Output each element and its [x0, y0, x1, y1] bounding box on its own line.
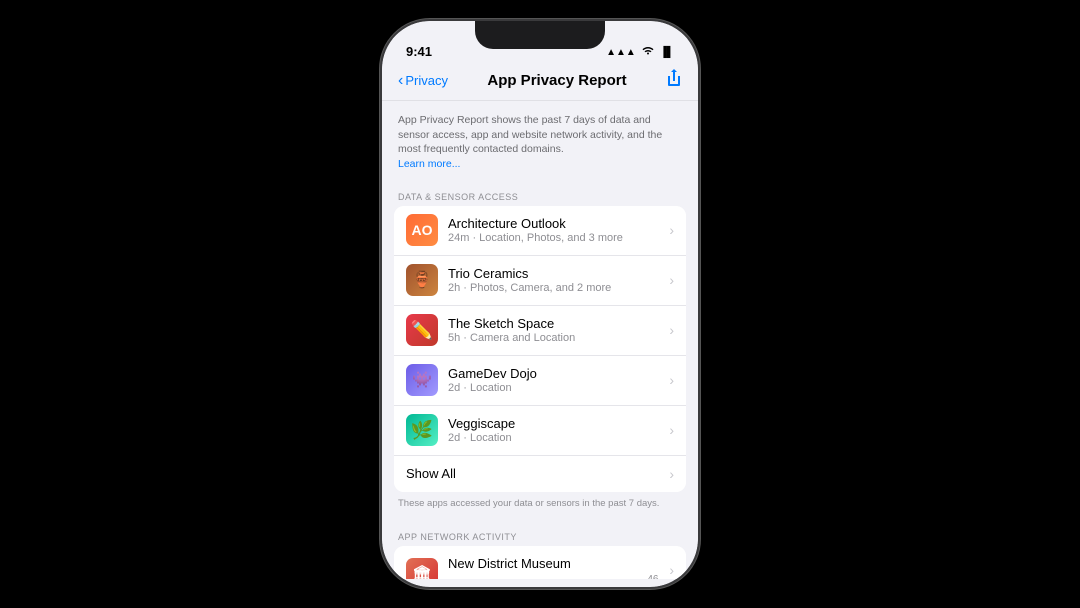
app-icon-trio: 🏺 — [406, 264, 438, 296]
app-sub: 2d · Location — [448, 382, 663, 394]
app-sub: 2h · Photos, Camera, and 2 more — [448, 282, 663, 294]
app-info-veggi: Veggiscape 2d · Location — [448, 416, 663, 444]
back-label: Privacy — [405, 73, 448, 88]
chevron-icon: › — [669, 272, 674, 288]
chevron-icon: › — [669, 562, 674, 578]
list-item[interactable]: 👾 GameDev Dojo 2d · Location › — [394, 356, 686, 406]
list-item[interactable]: 🏺 Trio Ceramics 2h · Photos, Camera, and… — [394, 256, 686, 306]
network-activity-list: 🏛 New District Museum 46 › — [394, 546, 686, 579]
data-access-list: AO Architecture Outlook 24m · Location, … — [394, 206, 686, 492]
app-name: The Sketch Space — [448, 316, 663, 331]
status-time: 9:41 — [406, 44, 432, 59]
data-access-footer: These apps accessed your data or sensors… — [382, 492, 698, 520]
app-name: New District Museum — [448, 556, 663, 571]
app-icon-gamedev: 👾 — [406, 364, 438, 396]
list-item[interactable]: 🏛 New District Museum 46 › — [394, 546, 686, 579]
share-button[interactable] — [666, 69, 682, 92]
app-info-gamedev: GameDev Dojo 2d · Location — [448, 366, 663, 394]
wifi-icon — [641, 46, 655, 59]
app-icon-museum: 🏛 — [406, 558, 438, 579]
app-name: Architecture Outlook — [448, 216, 663, 231]
chevron-icon: › — [669, 422, 674, 438]
app-icon-veggi: 🌿 — [406, 414, 438, 446]
app-icon-ao: AO — [406, 214, 438, 246]
chevron-icon: › — [669, 222, 674, 238]
chevron-icon: › — [669, 372, 674, 388]
description-block: App Privacy Report shows the past 7 days… — [382, 101, 698, 180]
chevron-icon: › — [669, 466, 674, 482]
back-button[interactable]: ‹ Privacy — [398, 72, 448, 90]
app-info-museum: New District Museum 46 — [448, 556, 663, 579]
battery-icon: ▐▌ — [660, 47, 674, 58]
bar-row: 46 — [448, 574, 663, 579]
bar-value: 46 — [647, 574, 663, 579]
network-activity-header: APP NETWORK ACTIVITY — [382, 520, 698, 546]
notch — [475, 21, 605, 49]
show-all-row[interactable]: Show All › — [394, 456, 686, 492]
phone-frame: 9:41 ▲▲▲ ▐▌ ‹ Privacy App Privacy Report — [380, 19, 700, 589]
app-name: GameDev Dojo — [448, 366, 663, 381]
back-chevron-icon: ‹ — [398, 72, 403, 90]
list-item[interactable]: 🌿 Veggiscape 2d · Location › — [394, 406, 686, 456]
show-all-label: Show All — [406, 466, 456, 481]
nav-title: App Privacy Report — [487, 72, 626, 89]
content-scroll[interactable]: App Privacy Report shows the past 7 days… — [382, 101, 698, 579]
chevron-icon: › — [669, 322, 674, 338]
app-sub: 5h · Camera and Location — [448, 332, 663, 344]
list-item[interactable]: AO Architecture Outlook 24m · Location, … — [394, 206, 686, 256]
nav-bar: ‹ Privacy App Privacy Report — [382, 65, 698, 101]
app-name: Trio Ceramics — [448, 266, 663, 281]
learn-more-link[interactable]: Learn more... — [398, 158, 460, 170]
app-icon-sketch: ✏️ — [406, 314, 438, 346]
list-item[interactable]: ✏️ The Sketch Space 5h · Camera and Loca… — [394, 306, 686, 356]
app-sub: 24m · Location, Photos, and 3 more — [448, 232, 663, 244]
description-text: App Privacy Report shows the past 7 days… — [398, 114, 662, 155]
status-icons: ▲▲▲ ▐▌ — [606, 46, 674, 59]
app-info-trio: Trio Ceramics 2h · Photos, Camera, and 2… — [448, 266, 663, 294]
app-sub: 2d · Location — [448, 432, 663, 444]
app-info-ao: Architecture Outlook 24m · Location, Pho… — [448, 216, 663, 244]
signal-icon: ▲▲▲ — [606, 47, 636, 58]
screen: 9:41 ▲▲▲ ▐▌ ‹ Privacy App Privacy Report — [382, 21, 698, 587]
app-info-sketch: The Sketch Space 5h · Camera and Locatio… — [448, 316, 663, 344]
data-sensor-header: DATA & SENSOR ACCESS — [382, 180, 698, 206]
app-name: Veggiscape — [448, 416, 663, 431]
